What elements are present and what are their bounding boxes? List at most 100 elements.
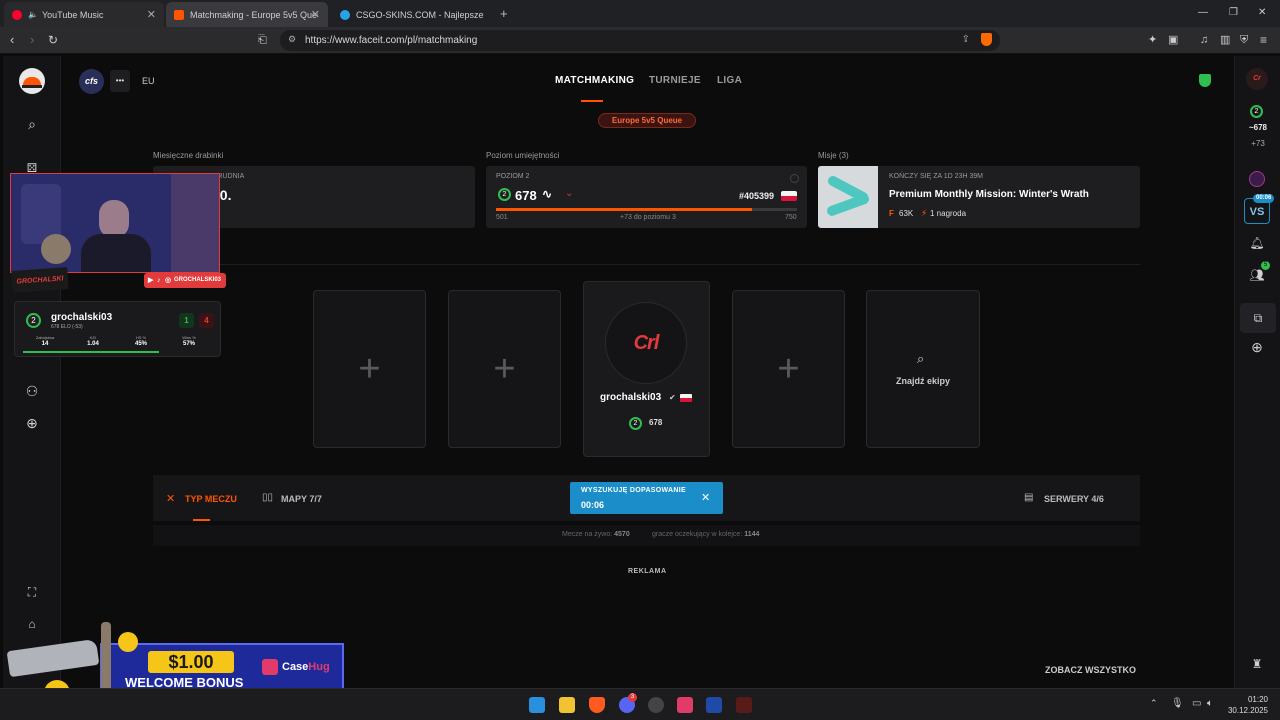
- back-icon[interactable]: ‹: [10, 33, 14, 47]
- mission-card[interactable]: KOŃCZY SIĘ ZA 1D 23H 39M Premium Monthly…: [818, 166, 1140, 228]
- nav-turnieje[interactable]: TURNIEJE: [649, 75, 701, 86]
- skill-level-label: POZIOM 2: [496, 173, 530, 180]
- match-type-button[interactable]: TYP MECZU: [185, 494, 237, 504]
- brave-shield-icon[interactable]: [981, 33, 992, 46]
- party-slot-empty[interactable]: +: [732, 290, 845, 448]
- nav-matchmaking[interactable]: MATCHMAKING: [555, 75, 634, 86]
- bell-icon[interactable]: 🔔︎: [1247, 233, 1267, 253]
- forward-icon[interactable]: ›: [30, 33, 34, 47]
- clock-time[interactable]: 01:20: [1228, 695, 1268, 704]
- shop-icon[interactable]: ⌂: [22, 614, 42, 634]
- anticheat-shield-icon[interactable]: [1199, 74, 1211, 87]
- info-icon[interactable]: [790, 174, 799, 183]
- bookmark-icon[interactable]: ⎗: [258, 33, 267, 47]
- chat-icon: ⧉: [1253, 311, 1263, 325]
- right-sidebar: Cr 2 ~678 +73 VS 00:06 🔔︎ 👥︎ 5 ⧉ ⊕ ♜: [1234, 56, 1280, 688]
- url-input[interactable]: ⚙ https://www.faceit.com/pl/matchmaking …: [280, 30, 1000, 51]
- casehug-banner[interactable]: $1.00 WELCOME BONUS CaseHug: [100, 643, 344, 693]
- chevron-down-icon[interactable]: ⌄: [565, 188, 573, 199]
- org-badge[interactable]: cfs: [79, 69, 104, 94]
- cancel-search-icon[interactable]: ✕: [701, 491, 710, 504]
- elo-value: 678: [515, 188, 537, 203]
- vs-queue-button[interactable]: VS 00:06: [1244, 194, 1275, 224]
- monitor-icon[interactable]: ▭: [1192, 698, 1201, 709]
- level-badge: 2: [498, 188, 511, 201]
- player-avatar[interactable]: Crl: [605, 302, 687, 384]
- party-slot-player[interactable]: Crl grochalski03 ✔ 2 678: [583, 281, 710, 457]
- map-icon: ▯▯: [262, 492, 274, 503]
- chat-button[interactable]: ⧉: [1240, 303, 1276, 333]
- find-team-slot[interactable]: ⌕ Znajdź ekipy: [866, 290, 980, 448]
- webcam-overlay: [10, 173, 220, 273]
- party-slot-empty[interactable]: +: [448, 290, 561, 448]
- app-logo-icon[interactable]: [19, 68, 45, 94]
- servers-button[interactable]: SERWERY 4/6: [1044, 494, 1104, 504]
- reward-icon: ⚡︎: [921, 208, 928, 218]
- extension-icon[interactable]: ♜: [1247, 654, 1267, 674]
- more-button[interactable]: •••: [110, 70, 130, 92]
- close-window-icon[interactable]: ✕: [1258, 7, 1266, 18]
- new-tab-icon[interactable]: +: [500, 6, 508, 21]
- windows-start-icon[interactable]: [529, 697, 545, 713]
- searching-panel[interactable]: WYSZUKUJĘ DOPASOWANIE 00:06 ✕: [570, 482, 723, 514]
- steam-icon[interactable]: [648, 697, 664, 713]
- extensions-icon[interactable]: ✦: [1148, 33, 1157, 47]
- tiktok-icon: ♪: [157, 277, 161, 284]
- overlay-stats-row: Zabójstwa 14 K/D 1.04 HS % 45% Wins % 57…: [21, 335, 216, 349]
- stat-value: 14: [41, 341, 49, 347]
- file-explorer-icon[interactable]: [559, 697, 575, 713]
- tab-youtube-music[interactable]: 🔈 YouTube Music ✕: [4, 2, 164, 27]
- nav-liga[interactable]: LIGA: [717, 75, 742, 86]
- vpn-icon[interactable]: ⛨: [1240, 33, 1248, 47]
- faceit-app-icon[interactable]: [736, 697, 752, 713]
- media-icon[interactable]: ♫: [1200, 33, 1208, 47]
- region-selector[interactable]: EU: [142, 76, 155, 86]
- microphone-icon[interactable]: 🎙︎: [1171, 698, 1184, 709]
- invite-plus-icon: +: [493, 348, 516, 390]
- maps-button[interactable]: MAPY 7/7: [281, 494, 322, 504]
- skill-card[interactable]: POZIOM 2 2 678 ∿ ⌄ #405399 501 +73 do po…: [486, 166, 807, 228]
- see-all-link[interactable]: ZOBACZ WSZYSTKO: [1045, 665, 1136, 675]
- clock-date[interactable]: 30.12.2025: [1218, 706, 1268, 715]
- vs-label: VS: [1249, 206, 1265, 218]
- chevron-up-icon[interactable]: ⌃: [1150, 698, 1158, 709]
- avatar[interactable]: Cr: [1246, 68, 1268, 90]
- party-icon[interactable]: [1249, 171, 1265, 187]
- live-matches: Mecze na żywo: 4570: [562, 531, 630, 538]
- add-icon[interactable]: ⊕: [22, 413, 42, 433]
- discord-badge: 3: [628, 693, 637, 702]
- kick-icon[interactable]: [706, 697, 722, 713]
- verified-icon: ✔: [669, 393, 676, 402]
- tab-csgo-skins[interactable]: CSGO-SKINS.COM - Najlepsze Skrzyn: [332, 2, 494, 27]
- close-tab-icon[interactable]: ✕: [147, 8, 156, 21]
- maximize-icon[interactable]: ❐: [1229, 7, 1238, 18]
- coin-image: [118, 632, 138, 652]
- queue-pill[interactable]: Europe 5v5 Queue: [598, 113, 696, 128]
- url-text: https://www.faceit.com/pl/matchmaking: [305, 35, 478, 46]
- site-info-icon[interactable]: ⚙: [288, 34, 296, 45]
- player-stats-overlay: 2 grochalski03 678 ELO (-53) 1 4 Zabójst…: [14, 301, 221, 357]
- volume-icon[interactable]: 🔈︎: [1207, 698, 1213, 709]
- minimize-icon[interactable]: —: [1198, 7, 1208, 18]
- ladders-section-label: Miesięczne drabinki: [153, 151, 224, 160]
- clubs-icon[interactable]: ⚇: [22, 381, 42, 401]
- menu-icon[interactable]: ≡: [1260, 33, 1267, 47]
- poland-flag-icon: [781, 191, 797, 201]
- fullscreen-icon[interactable]: ⛶: [22, 582, 42, 602]
- trend-icon: ∿: [542, 187, 553, 201]
- banner-amount: $1.00: [148, 651, 234, 673]
- tab-label: Matchmaking - Europe 5v5 Queue: [190, 9, 318, 20]
- tiktok-app-icon[interactable]: [677, 697, 693, 713]
- share-icon[interactable]: ⇪: [962, 34, 970, 45]
- close-tab-icon[interactable]: ✕: [311, 8, 320, 21]
- brave-icon[interactable]: [589, 697, 605, 713]
- search-icon[interactable]: ⌕: [22, 114, 42, 134]
- sidebar-toggle-icon[interactable]: ▥: [1220, 33, 1230, 47]
- tab-faceit[interactable]: Matchmaking - Europe 5v5 Queue ✕: [166, 2, 328, 27]
- level-badge: 2: [629, 417, 642, 430]
- party-slot-empty[interactable]: +: [313, 290, 426, 448]
- screenshot-icon[interactable]: ▣: [1168, 33, 1178, 47]
- add-friend-icon[interactable]: ⊕: [1247, 337, 1267, 357]
- reload-icon[interactable]: ↻: [48, 33, 58, 47]
- recent-losses: 4: [199, 313, 214, 328]
